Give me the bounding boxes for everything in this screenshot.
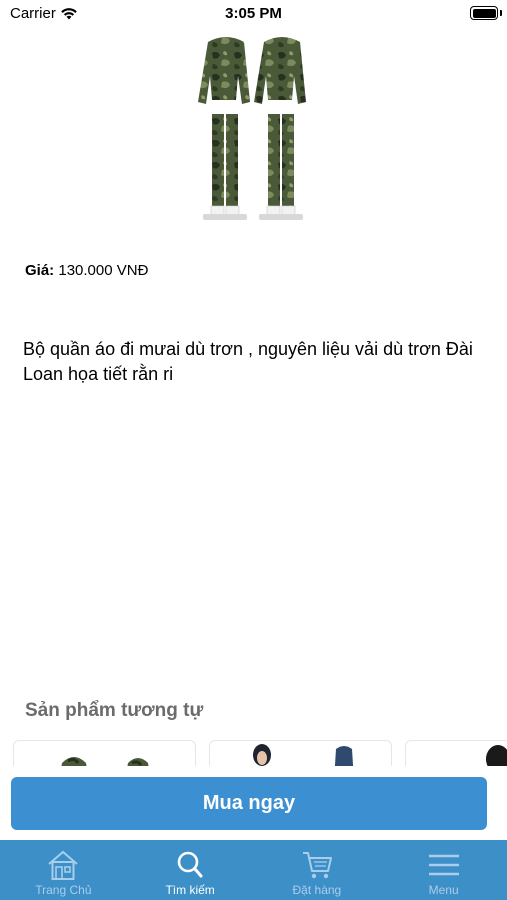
similar-products-title: Sản phẩm tương tự — [25, 700, 204, 721]
price-value: 130.000 VNĐ — [58, 262, 149, 279]
tab-menu[interactable]: Menu — [380, 840, 507, 900]
status-bar: Carrier 3:05 PM — [0, 0, 507, 30]
cart-icon — [302, 852, 332, 879]
tab-home[interactable]: Trang Chủ — [0, 840, 127, 900]
tab-label-orders: Đặt hàng — [292, 883, 342, 897]
similar-product-card[interactable] — [209, 740, 392, 766]
price-row: Giá: 130.000 VNĐ — [25, 262, 148, 279]
tab-label-menu: Menu — [428, 883, 459, 897]
battery-cap — [500, 10, 502, 16]
buy-now-button[interactable]: Mua ngay — [11, 777, 487, 830]
product-image — [188, 28, 320, 228]
price-label: Giá: — [25, 262, 55, 279]
product-description: Bộ quần áo đi mưai dù trơn , nguyên liệu… — [23, 339, 473, 384]
tab-bar: Trang Chủ Tìm kiếm Đặt hàng Menu — [0, 840, 507, 900]
similar-product-card[interactable] — [405, 740, 507, 766]
home-icon — [48, 850, 79, 880]
battery-icon — [470, 6, 498, 20]
menu-icon — [428, 854, 459, 876]
tab-search[interactable]: Tìm kiếm — [127, 840, 254, 900]
tab-orders[interactable]: Đặt hàng — [254, 840, 381, 900]
tab-label-search: Tìm kiếm — [165, 883, 215, 897]
similar-product-card[interactable] — [13, 740, 196, 766]
tab-label-home: Trang Chủ — [35, 883, 92, 897]
search-icon — [177, 851, 203, 878]
status-time: 3:05 PM — [225, 5, 282, 22]
similar-products-list[interactable] — [13, 740, 507, 766]
